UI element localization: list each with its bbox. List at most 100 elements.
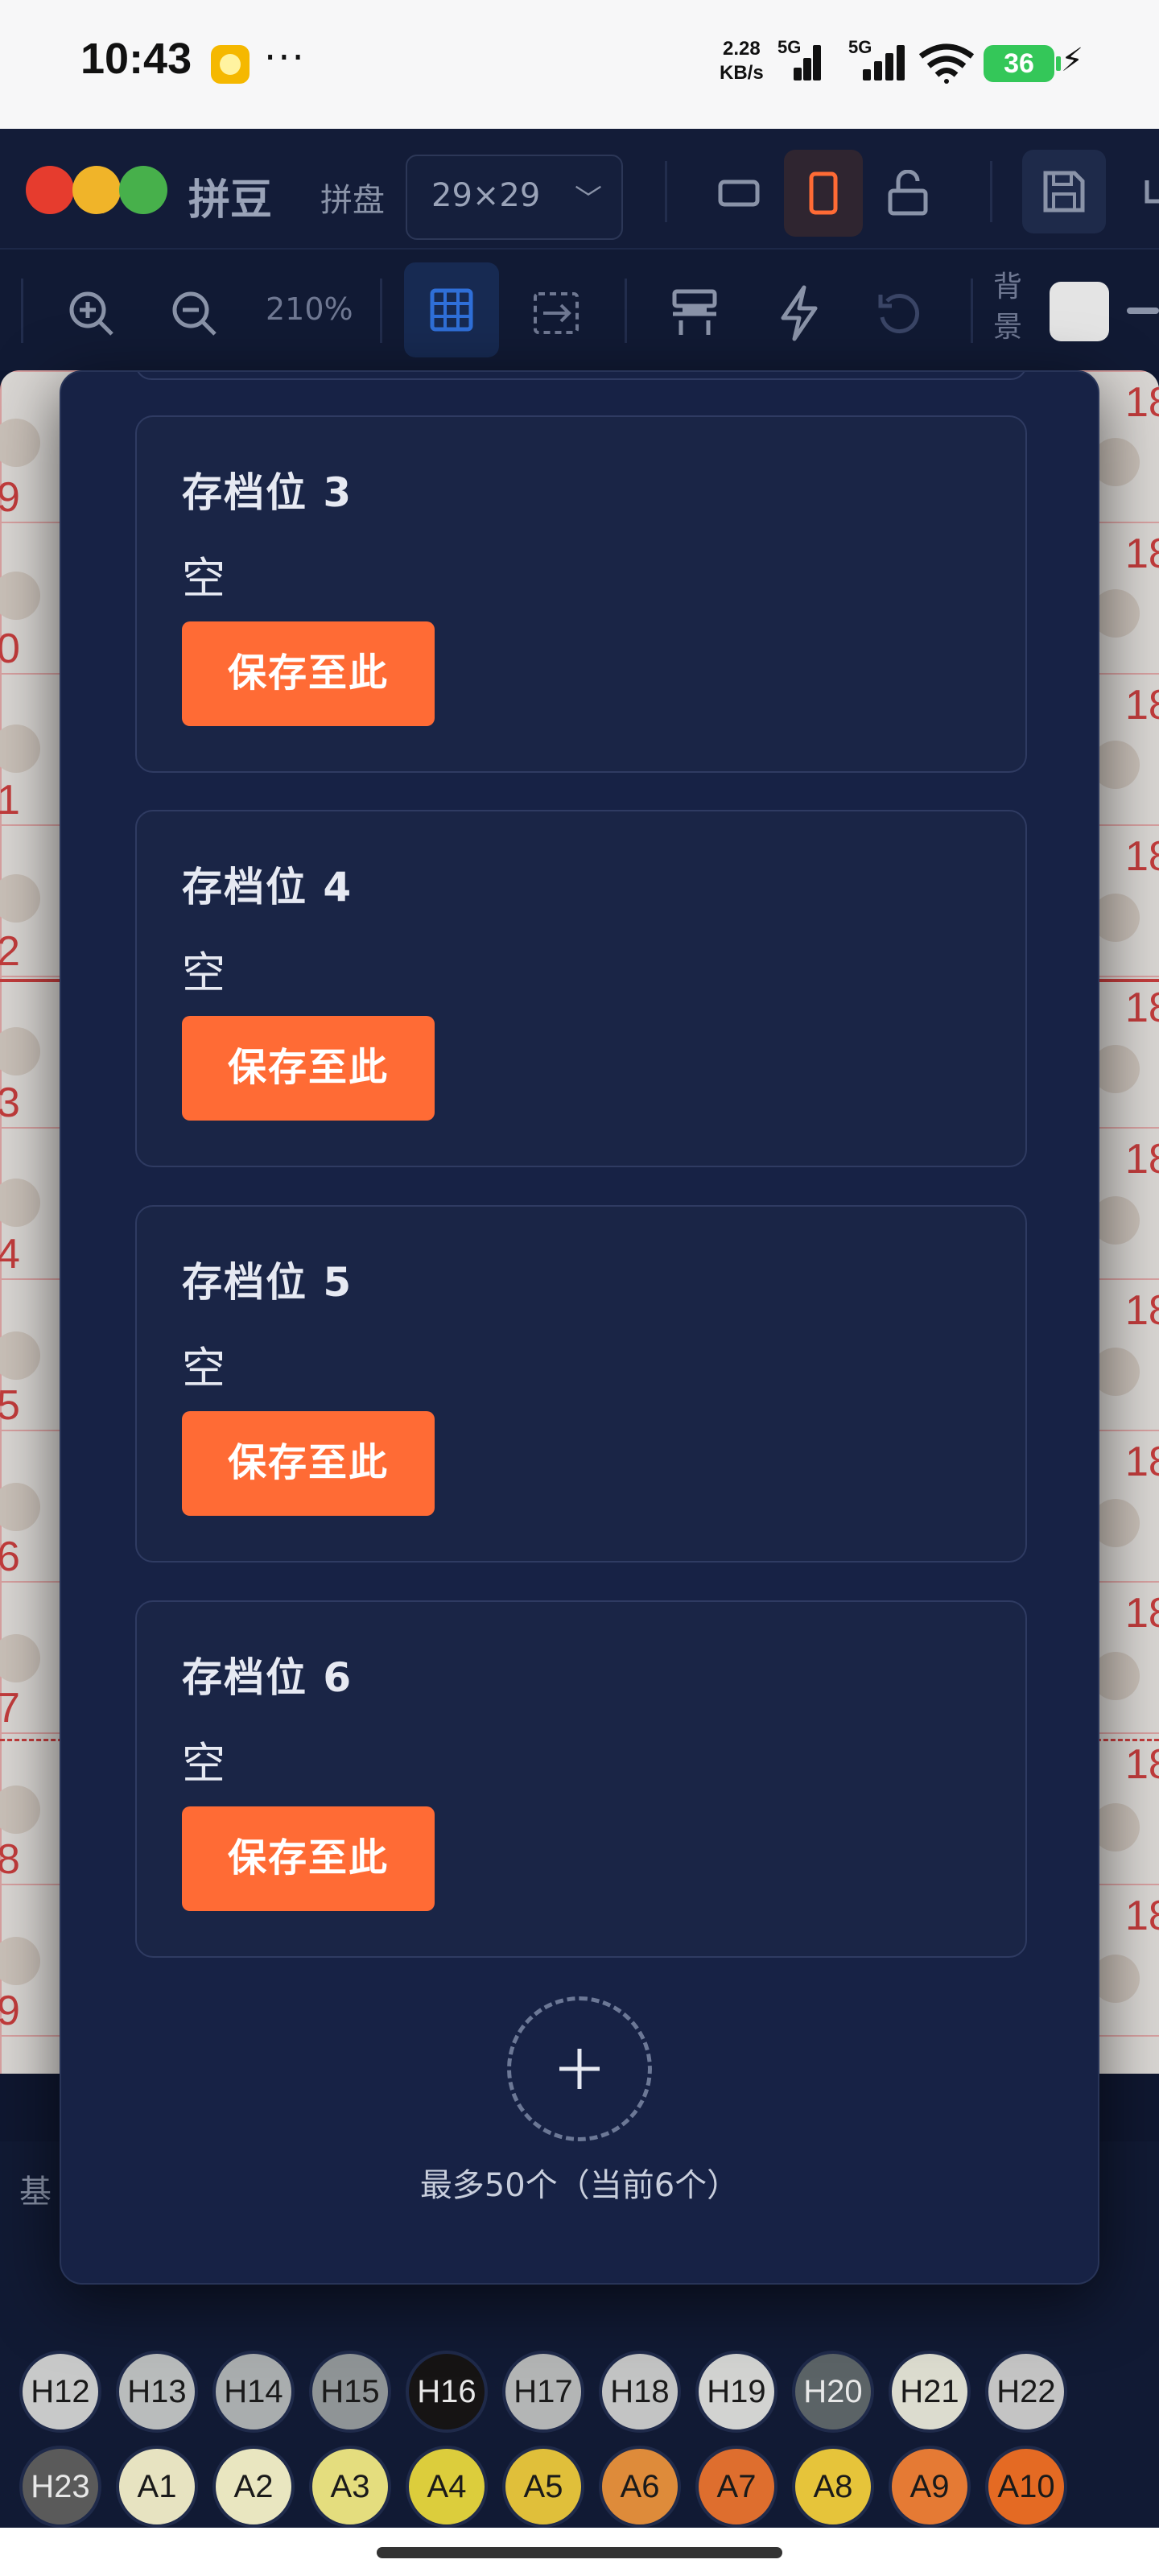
divider	[380, 279, 382, 343]
undo-icon	[878, 294, 920, 334]
slot-title: 存档位 3	[182, 469, 353, 516]
mirror-icon	[534, 292, 579, 334]
logo-dot-red	[26, 166, 74, 214]
column-number: 18	[1125, 379, 1159, 426]
save-to-slot-button[interactable]: 保存至此	[182, 1411, 435, 1516]
color-bead[interactable]: H19	[695, 2351, 777, 2433]
column-number: 18	[1125, 1590, 1159, 1637]
unlock-icon	[888, 170, 928, 216]
background-label: 背景	[993, 270, 1023, 344]
save-slots-dialog: 存档位 3 空 保存至此 存档位 4 空 保存至此 存档位 5 空 保存至此 存…	[60, 370, 1099, 2285]
divider	[971, 279, 973, 343]
slot-status: 空	[182, 947, 225, 998]
logo-dot-yellow	[72, 166, 121, 214]
color-bead[interactable]: H15	[309, 2351, 391, 2433]
color-bead[interactable]: A5	[502, 2446, 584, 2528]
color-bead[interactable]: H23	[19, 2446, 101, 2528]
slot-title: 存档位 4	[182, 864, 353, 910]
color-bead[interactable]: A10	[985, 2446, 1067, 2528]
save-slot-card: 存档位 4 空 保存至此	[135, 810, 1027, 1167]
bead-cell	[0, 1785, 40, 1834]
bead-cell	[0, 1634, 40, 1682]
color-bead[interactable]: H22	[985, 2351, 1067, 2433]
bead-cell	[0, 1331, 40, 1380]
board-size-value: 29×29	[431, 177, 541, 214]
save-to-slot-button[interactable]: 保存至此	[182, 1806, 435, 1911]
save-slot-card: 存档位 3 空 保存至此	[135, 415, 1027, 773]
bead-cell	[0, 1027, 40, 1075]
row-number: 2	[0, 928, 20, 975]
row-number: 1	[0, 777, 20, 824]
column-number: 18	[1125, 1136, 1159, 1183]
portrait-icon	[809, 171, 838, 215]
column-number: 18	[1125, 833, 1159, 880]
export-button[interactable]	[1135, 161, 1159, 225]
zoom-out-button[interactable]	[159, 279, 229, 348]
color-bead[interactable]: A8	[792, 2446, 874, 2528]
column-number: 18	[1125, 1287, 1159, 1334]
slot-title: 存档位 5	[182, 1259, 353, 1306]
row-number: 8	[0, 1836, 20, 1883]
export-icon	[1145, 180, 1159, 204]
network-speed-value: 2.28	[722, 38, 761, 60]
background-color-swatch[interactable]	[1050, 282, 1109, 341]
slot-title: 存档位 6	[182, 1654, 353, 1701]
color-bead[interactable]: H12	[19, 2351, 101, 2433]
save-button[interactable]	[1022, 150, 1106, 233]
app-header: 拼豆 拼盘 29×29 ﹀	[0, 129, 1159, 250]
row-number: 7	[0, 1685, 20, 1732]
color-bead[interactable]: H14	[212, 2351, 295, 2433]
bead-cell	[0, 1483, 40, 1531]
save-icon	[1043, 171, 1085, 213]
column-number: 18	[1125, 1893, 1159, 1939]
add-slot-button[interactable]	[507, 1996, 652, 2141]
slot-status: 空	[182, 1738, 225, 1789]
background-opacity-slider[interactable]	[1127, 308, 1159, 314]
row-number: 0	[0, 625, 20, 672]
color-bead[interactable]: A3	[309, 2446, 391, 2528]
color-bead[interactable]: H16	[406, 2351, 488, 2433]
lock-button[interactable]	[869, 155, 947, 232]
board-size-select[interactable]: 29×29 ﹀	[406, 155, 623, 240]
bead-cell	[0, 724, 40, 773]
divider	[21, 279, 23, 343]
color-bead[interactable]: H21	[889, 2351, 971, 2433]
grid-toggle-button[interactable]	[404, 262, 499, 357]
stamp-button[interactable]	[660, 279, 729, 348]
save-slot-card: 存档位 5 空 保存至此	[135, 1205, 1027, 1563]
undo-button[interactable]	[864, 279, 934, 348]
color-bead[interactable]: A1	[116, 2446, 198, 2528]
save-to-slot-button[interactable]: 保存至此	[182, 621, 435, 726]
portrait-button[interactable]	[784, 150, 863, 237]
color-bead[interactable]: H13	[116, 2351, 198, 2433]
quick-action-button[interactable]	[765, 279, 834, 348]
bead-cell	[0, 1937, 40, 1985]
row-number: 9	[0, 1988, 20, 2034]
divider	[625, 279, 627, 343]
notification-icon	[211, 45, 250, 84]
column-number: 18	[1125, 1741, 1159, 1788]
app-title: 拼豆	[188, 176, 273, 225]
wifi-icon	[918, 43, 975, 84]
landscape-button[interactable]	[700, 155, 777, 232]
color-bead[interactable]: A2	[212, 2446, 295, 2528]
color-bead[interactable]: A9	[889, 2446, 971, 2528]
zoom-level: 210%	[266, 291, 353, 327]
color-bead[interactable]: A7	[695, 2446, 777, 2528]
color-bead[interactable]: H18	[599, 2351, 681, 2433]
divider	[665, 161, 667, 222]
color-bead[interactable]: H17	[502, 2351, 584, 2433]
color-bead[interactable]: H20	[792, 2351, 874, 2433]
color-bead[interactable]: A4	[406, 2446, 488, 2528]
mirror-button[interactable]	[522, 279, 591, 348]
zoom-in-button[interactable]	[56, 279, 126, 348]
column-number: 18	[1125, 985, 1159, 1031]
row-number: 4	[0, 1231, 20, 1278]
row-number: 9	[0, 474, 20, 521]
color-bead[interactable]: A6	[599, 2446, 681, 2528]
divider	[990, 161, 992, 222]
board-size-label: 拼盘	[320, 182, 385, 219]
column-number: 18	[1125, 530, 1159, 577]
save-to-slot-button[interactable]: 保存至此	[182, 1016, 435, 1121]
bead-cell	[0, 572, 40, 620]
